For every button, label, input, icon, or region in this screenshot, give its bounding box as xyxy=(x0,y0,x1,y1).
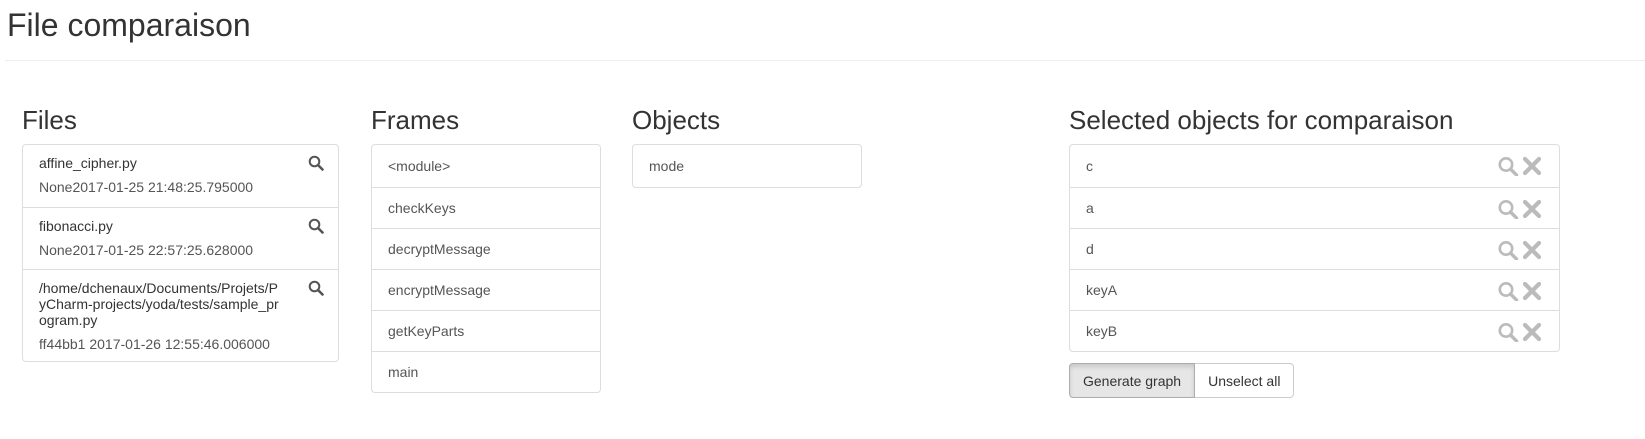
file-meta: None2017-01-25 21:48:25.795000 xyxy=(39,179,254,195)
file-name: /home/dchenaux/Documents/Projets/PyCharm… xyxy=(39,280,279,328)
selected-heading: Selected objects for comparaison xyxy=(1069,105,1454,135)
title-divider xyxy=(5,60,1645,61)
selected-item[interactable]: keyA xyxy=(1070,269,1559,310)
search-icon[interactable] xyxy=(308,218,324,234)
search-icon[interactable] xyxy=(1497,322,1519,342)
generate-graph-button[interactable]: Generate graph xyxy=(1069,363,1196,398)
remove-icon[interactable] xyxy=(1521,281,1543,301)
selected-label: keyB xyxy=(1086,323,1118,339)
frame-label: encryptMessage xyxy=(388,282,491,298)
remove-icon[interactable] xyxy=(1521,156,1543,176)
objects-list: mode xyxy=(632,144,862,188)
selected-item[interactable]: a xyxy=(1070,187,1559,228)
frame-label: <module> xyxy=(388,158,451,174)
search-icon[interactable] xyxy=(308,280,324,296)
frame-label: decryptMessage xyxy=(388,241,491,257)
selected-label: a xyxy=(1086,200,1094,216)
frames-panel: Frames <module> checkKeys decryptMessage… xyxy=(371,103,601,393)
frame-item[interactable]: checkKeys xyxy=(372,187,600,228)
page-title: File comparaison xyxy=(7,7,251,43)
search-icon[interactable] xyxy=(1497,240,1519,260)
remove-icon[interactable] xyxy=(1521,240,1543,260)
file-meta: None2017-01-25 22:57:25.628000 xyxy=(39,242,254,258)
frame-item[interactable]: main xyxy=(372,351,600,392)
search-icon[interactable] xyxy=(1497,199,1519,219)
selected-panel: Selected objects for comparaison c a d k… xyxy=(1069,103,1560,352)
files-panel: Files affine_cipher.py None2017-01-25 21… xyxy=(22,103,339,362)
search-icon[interactable] xyxy=(308,155,324,171)
selected-item[interactable]: keyB xyxy=(1070,310,1559,351)
file-meta: ff44bb1 2017-01-26 12:55:46.006000 xyxy=(39,336,270,352)
objects-heading: Objects xyxy=(632,105,721,135)
objects-panel: Objects mode xyxy=(632,103,862,188)
frame-item[interactable]: encryptMessage xyxy=(372,269,600,310)
files-list: affine_cipher.py None2017-01-25 21:48:25… xyxy=(22,144,339,362)
frames-list: <module> checkKeys decryptMessage encryp… xyxy=(371,144,601,393)
frame-label: checkKeys xyxy=(388,200,456,216)
remove-icon[interactable] xyxy=(1521,199,1543,219)
selected-label: keyA xyxy=(1086,282,1118,298)
frames-heading: Frames xyxy=(371,105,460,135)
file-item[interactable]: affine_cipher.py None2017-01-25 21:48:25… xyxy=(23,145,338,207)
selected-label: d xyxy=(1086,241,1094,257)
frame-label: main xyxy=(388,364,419,380)
frame-label: getKeyParts xyxy=(388,323,465,339)
file-item[interactable]: fibonacci.py None2017-01-25 22:57:25.628… xyxy=(23,207,338,269)
selected-label: c xyxy=(1086,158,1093,174)
file-name: fibonacci.py xyxy=(39,218,113,234)
search-icon[interactable] xyxy=(1497,156,1519,176)
remove-icon[interactable] xyxy=(1521,322,1543,342)
files-heading: Files xyxy=(22,105,77,135)
search-icon[interactable] xyxy=(1497,281,1519,301)
file-name: affine_cipher.py xyxy=(39,155,137,171)
selected-item[interactable]: d xyxy=(1070,228,1559,269)
frame-item[interactable]: <module> xyxy=(372,145,600,187)
selected-item[interactable]: c xyxy=(1070,145,1559,187)
frame-item[interactable]: decryptMessage xyxy=(372,228,600,269)
file-item[interactable]: /home/dchenaux/Documents/Projets/PyCharm… xyxy=(23,269,338,361)
object-item[interactable]: mode xyxy=(633,145,861,187)
selection-actions: Generate graph Unselect all xyxy=(1069,363,1295,398)
unselect-all-button[interactable]: Unselect all xyxy=(1195,363,1295,398)
object-label: mode xyxy=(649,158,685,174)
frame-item[interactable]: getKeyParts xyxy=(372,310,600,351)
selected-list: c a d keyA keyB xyxy=(1069,144,1560,352)
